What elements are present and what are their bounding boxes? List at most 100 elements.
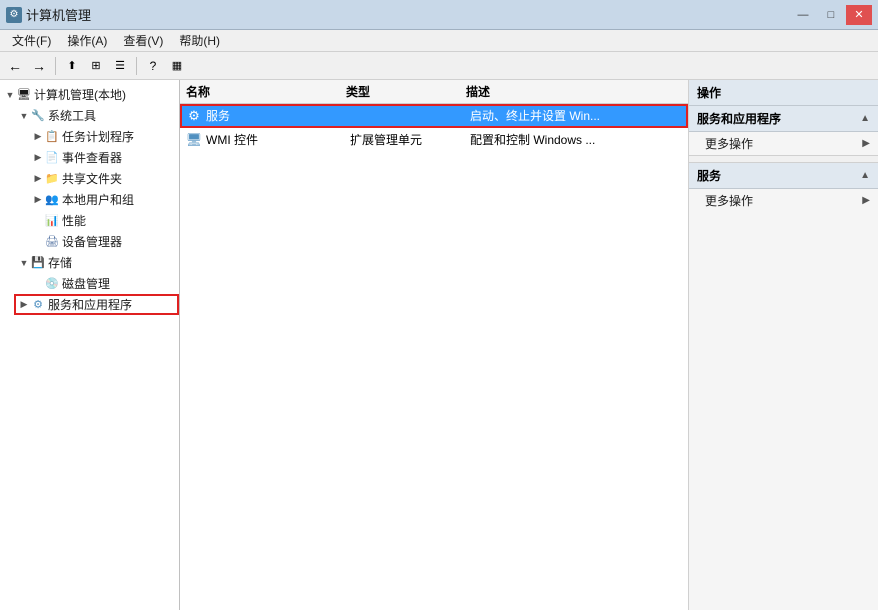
services-apps-icon: ⚙ — [30, 297, 46, 313]
services-more-arrow: ▶ — [862, 195, 870, 206]
tree-root[interactable]: ▼ 🖥 计算机管理(本地) — [0, 84, 179, 105]
forward-button[interactable]: → — [28, 55, 50, 77]
toolbar-separator-2 — [136, 57, 137, 75]
expand-services-apps[interactable]: ▶ — [18, 297, 30, 313]
toolbar-separator-1 — [55, 57, 56, 75]
services-apps-more-arrow: ▶ — [862, 138, 870, 149]
section-services-arrow: ▲ — [860, 170, 870, 181]
expand-root[interactable]: ▼ — [4, 87, 16, 103]
section-services-apps-title[interactable]: 服务和应用程序 ▲ — [689, 106, 878, 132]
tree-local-users[interactable]: ▶ 👥 本地用户和组 — [28, 189, 179, 210]
services-row-icon: ⚙ — [186, 108, 202, 124]
tree-event-viewer[interactable]: ▶ 📄 事件查看器 — [28, 147, 179, 168]
close-button[interactable]: ✕ — [846, 5, 872, 25]
title-bar: ⚙ 计算机管理 — □ ✕ — [0, 0, 878, 30]
tree-storage[interactable]: ▼ 💾 存储 — [14, 252, 179, 273]
section-services-apps-label: 服务和应用程序 — [697, 110, 781, 127]
up-button[interactable]: ⬆ — [61, 55, 83, 77]
section-services-label: 服务 — [697, 167, 721, 184]
view-button[interactable]: ⊞ — [85, 55, 107, 77]
system-tools-icon: 🔧 — [30, 108, 46, 124]
event-viewer-icon: 📄 — [44, 150, 60, 166]
tree-storage-label: 存储 — [48, 254, 72, 271]
expand-system-tools[interactable]: ▼ — [18, 108, 30, 124]
local-users-icon: 👥 — [44, 192, 60, 208]
section-services-title[interactable]: 服务 ▲ — [689, 163, 878, 189]
row-wmi-type: 扩展管理单元 — [350, 131, 470, 148]
services-more-actions-label: 更多操作 — [705, 192, 753, 209]
tree-task-scheduler-label: 任务计划程序 — [62, 128, 134, 145]
computer-icon: 🖥 — [16, 87, 32, 103]
expand-storage[interactable]: ▼ — [18, 255, 30, 271]
toolbar: ← → ⬆ ⊞ ☰ ? ▦ — [0, 52, 878, 80]
grid-button[interactable]: ▦ — [166, 55, 188, 77]
tree-disk-management-label: 磁盘管理 — [62, 275, 110, 292]
services-more-actions[interactable]: 更多操作 ▶ — [689, 189, 878, 212]
list-button[interactable]: ☰ — [109, 55, 131, 77]
row-services[interactable]: ⚙ 服务 启动、终止并设置 Win... — [180, 104, 688, 128]
content-header: 名称 类型 描述 — [180, 80, 688, 104]
tree-services-apps-label: 服务和应用程序 — [48, 296, 132, 313]
tree-event-viewer-label: 事件查看器 — [62, 149, 122, 166]
menu-bar: 文件(F) 操作(A) 查看(V) 帮助(H) — [0, 30, 878, 52]
right-divider — [689, 155, 878, 163]
window-controls: — □ ✕ — [790, 5, 872, 25]
tree-local-users-label: 本地用户和组 — [62, 191, 134, 208]
help-button[interactable]: ? — [142, 55, 164, 77]
title-bar-left: ⚙ 计算机管理 — [6, 5, 91, 24]
row-services-name: 服务 — [206, 107, 350, 124]
main-layout: ▼ 🖥 计算机管理(本地) ▼ 🔧 系统工具 ▶ 📋 任务计划程序 ▶ 📄 事件… — [0, 80, 878, 610]
header-name: 名称 — [186, 83, 346, 100]
row-wmi[interactable]: 🖥 WMI 控件 扩展管理单元 配置和控制 Windows ... — [180, 128, 688, 152]
tree-task-scheduler[interactable]: ▶ 📋 任务计划程序 — [28, 126, 179, 147]
back-button[interactable]: ← — [4, 55, 26, 77]
shared-folders-icon: 📁 — [44, 171, 60, 187]
wmi-row-icon: 🖥 — [186, 132, 202, 148]
left-panel-tree: ▼ 🖥 计算机管理(本地) ▼ 🔧 系统工具 ▶ 📋 任务计划程序 ▶ 📄 事件… — [0, 80, 180, 610]
maximize-button[interactable]: □ — [818, 5, 844, 25]
tree-device-manager[interactable]: 🖨 设备管理器 — [28, 231, 179, 252]
tree-device-manager-label: 设备管理器 — [62, 233, 122, 250]
header-type: 类型 — [346, 83, 466, 100]
tree-shared-folders[interactable]: ▶ 📁 共享文件夹 — [28, 168, 179, 189]
device-manager-icon: 🖨 — [44, 234, 60, 250]
content-list: ⚙ 服务 启动、终止并设置 Win... 🖥 WMI 控件 扩展管理单元 配置和… — [180, 104, 688, 610]
menu-file[interactable]: 文件(F) — [4, 30, 59, 51]
right-panel-header-label: 操作 — [697, 84, 721, 101]
tree-services-apps[interactable]: ▶ ⚙ 服务和应用程序 — [14, 294, 179, 315]
right-panel: 操作 服务和应用程序 ▲ 更多操作 ▶ 服务 ▲ 更多操作 ▶ — [688, 80, 878, 610]
expand-performance[interactable] — [32, 213, 44, 229]
tree-system-tools[interactable]: ▼ 🔧 系统工具 — [14, 105, 179, 126]
tree-disk-management[interactable]: 💿 磁盘管理 — [28, 273, 179, 294]
section-services-apps-arrow: ▲ — [860, 113, 870, 124]
task-scheduler-icon: 📋 — [44, 129, 60, 145]
services-apps-more-actions[interactable]: 更多操作 ▶ — [689, 132, 878, 155]
tree-performance[interactable]: 📊 性能 — [28, 210, 179, 231]
row-wmi-desc: 配置和控制 Windows ... — [470, 131, 682, 148]
tree-system-tools-label: 系统工具 — [48, 107, 96, 124]
performance-icon: 📊 — [44, 213, 60, 229]
expand-task-scheduler[interactable]: ▶ — [32, 129, 44, 145]
expand-local-users[interactable]: ▶ — [32, 192, 44, 208]
app-icon: ⚙ — [6, 7, 22, 23]
header-desc: 描述 — [466, 83, 682, 100]
right-panel-header: 操作 — [689, 80, 878, 106]
tree-shared-folders-label: 共享文件夹 — [62, 170, 122, 187]
tree-performance-label: 性能 — [62, 212, 86, 229]
menu-view[interactable]: 查看(V) — [115, 30, 171, 51]
row-wmi-name: WMI 控件 — [206, 131, 350, 148]
menu-help[interactable]: 帮助(H) — [171, 30, 228, 51]
disk-management-icon: 💿 — [44, 276, 60, 292]
menu-action[interactable]: 操作(A) — [59, 30, 115, 51]
expand-disk-management[interactable] — [32, 276, 44, 292]
row-services-desc: 启动、终止并设置 Win... — [470, 107, 682, 124]
storage-icon: 💾 — [30, 255, 46, 271]
window-title: 计算机管理 — [26, 5, 91, 24]
minimize-button[interactable]: — — [790, 5, 816, 25]
tree-root-label: 计算机管理(本地) — [34, 86, 126, 103]
content-panel: 名称 类型 描述 ⚙ 服务 启动、终止并设置 Win... 🖥 WMI 控件 扩… — [180, 80, 688, 610]
services-apps-more-actions-label: 更多操作 — [705, 135, 753, 152]
expand-device-manager[interactable] — [32, 234, 44, 250]
expand-shared-folders[interactable]: ▶ — [32, 171, 44, 187]
expand-event-viewer[interactable]: ▶ — [32, 150, 44, 166]
